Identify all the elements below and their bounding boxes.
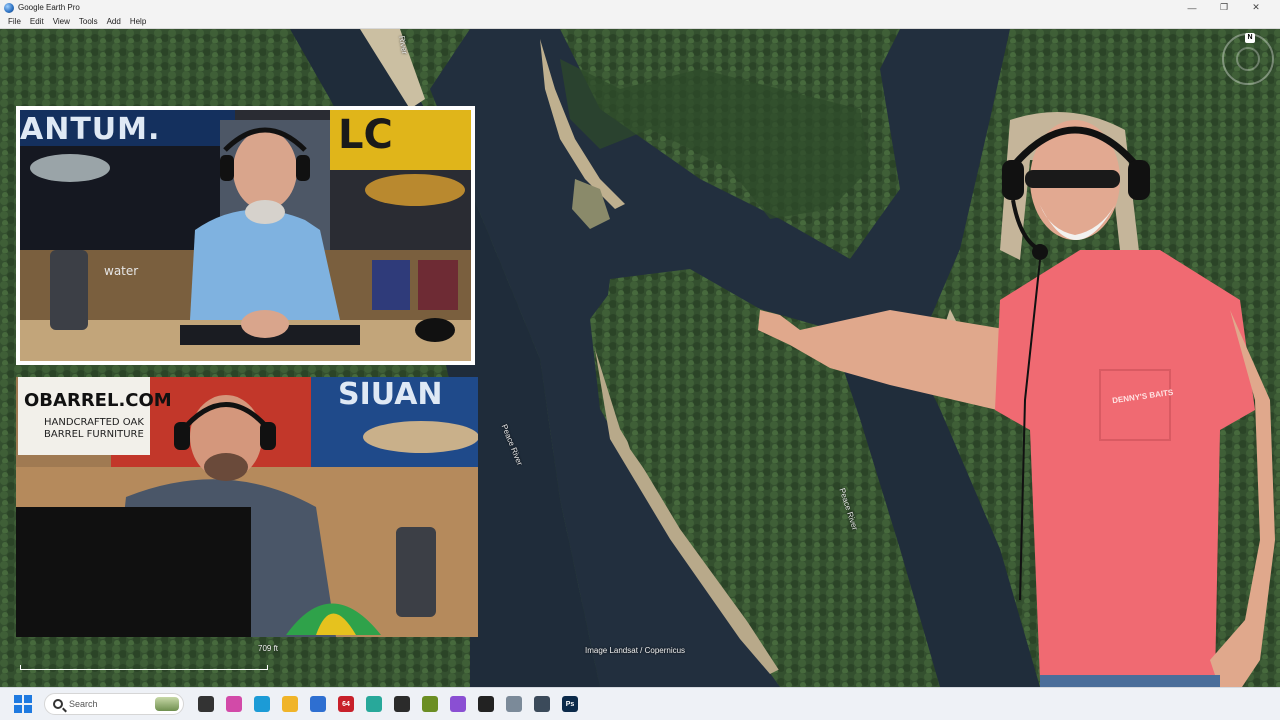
window-controls: — ❐ ✕ [1176,0,1272,15]
clapper-icon[interactable] [394,696,410,712]
menu-add[interactable]: Add [107,17,121,26]
search-icon [53,699,63,709]
obs-icon[interactable] [478,696,494,712]
start-button[interactable] [14,695,32,713]
taskbar-pinned-apps: 64 Ps [192,696,584,712]
search-label: Search [69,699,98,709]
app-teal-icon[interactable] [366,696,382,712]
app-gray-icon[interactable] [506,696,522,712]
task-view-icon[interactable] [198,696,214,712]
host-video-frame [20,110,471,361]
search-highlight-icon [155,697,179,711]
sponsor-banner-right: LC [338,112,393,158]
windows-logo-tile [14,705,22,713]
compass-ring[interactable] [1236,47,1260,71]
windows-logo-tile [24,695,32,703]
scale-label: 709 ft [258,644,279,653]
app-green-icon[interactable] [422,696,438,712]
compass-control[interactable]: N [1222,33,1274,85]
screen-app-icon[interactable] [534,696,550,712]
file-explorer-icon[interactable] [282,696,298,712]
menu-tools[interactable]: Tools [79,17,98,26]
presenter-overlay: DENNY'S BAITS [740,100,1280,720]
sponsor-sign-subtitle: HANDCRAFTED OAK BARREL FURNITURE [44,417,144,441]
sponsor-sign-line-1: HANDCRAFTED OAK [44,417,144,428]
title-bar: Google Earth Pro — ❐ ✕ [0,0,1280,15]
app-purple-icon[interactable] [450,696,466,712]
cohost-video-frame [16,377,478,637]
window-title: Google Earth Pro [18,3,80,12]
photoshop-icon[interactable]: Ps [562,696,578,712]
windows-logo-tile [24,705,32,713]
minimize-button[interactable]: — [1176,0,1208,15]
menu-file[interactable]: File [8,17,21,26]
sponsor-sign-url: OBARREL.COM [24,390,172,411]
camera-overlay-host: ANTUM. LC water [16,106,475,365]
store-icon[interactable] [310,696,326,712]
sponsor-banner-left: ANTUM. [20,112,161,147]
compass-north-marker[interactable]: N [1245,33,1255,43]
taskbar: Search 64 Ps [0,687,1280,720]
edge-icon[interactable] [254,696,270,712]
scale-bar [20,665,268,670]
app-64-icon[interactable]: 64 [338,696,354,712]
imagery-attribution: Image Landsat / Copernicus [585,646,686,655]
camera-overlay-cohost: OBARREL.COM HANDCRAFTED OAK BARREL FURNIT… [16,377,478,637]
close-button[interactable]: ✕ [1240,0,1272,15]
backdrop-text: water [104,264,139,278]
windows-logo-tile [14,695,22,703]
presenter-figure [758,112,1275,720]
copilot-icon[interactable] [226,696,242,712]
menu-help[interactable]: Help [130,17,146,26]
menu-view[interactable]: View [53,17,70,26]
taskbar-search[interactable]: Search [44,693,184,715]
sponsor-sign-line-2: BARREL FURNITURE [44,429,144,440]
google-earth-icon [4,2,14,13]
restore-button[interactable]: ❐ [1208,0,1240,15]
menu-bar: File Edit View Tools Add Help [0,15,1280,29]
menu-edit[interactable]: Edit [30,17,44,26]
sponsor-banner-blue: SIUAN [338,377,443,412]
